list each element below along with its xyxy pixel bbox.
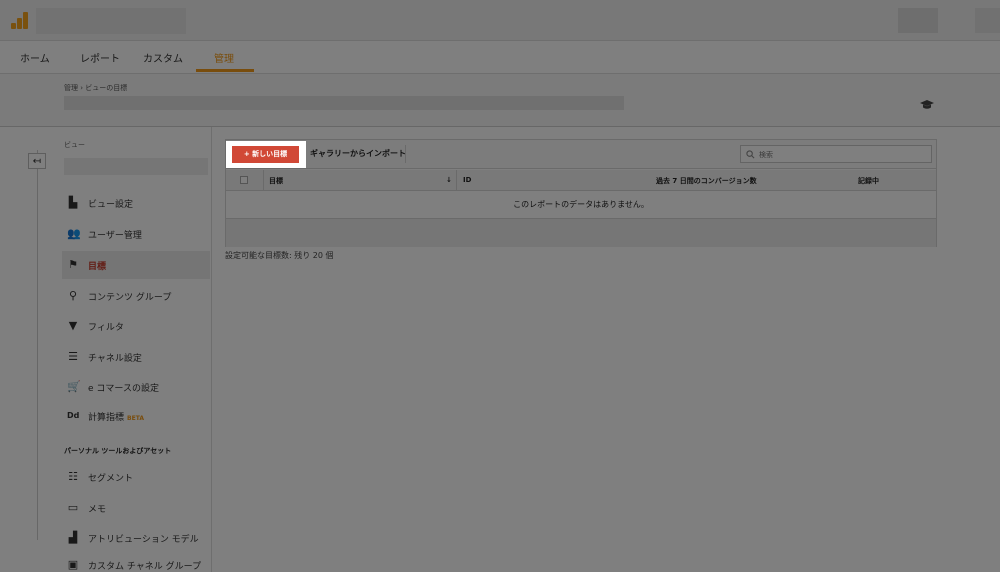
sidebar-item-label: 目標 xyxy=(88,262,107,272)
user-menu-blurred[interactable] xyxy=(975,8,1000,33)
column-goal[interactable]: 目標 xyxy=(269,176,283,186)
search-field[interactable] xyxy=(740,145,932,163)
sidebar-item-label: アトリビューション モデル xyxy=(88,535,199,545)
sidebar-item-content-grouping[interactable]: ⚲ コンテンツ グループ xyxy=(62,282,210,310)
import-from-gallery-button[interactable]: ギャラリーからインポート xyxy=(310,148,406,159)
property-path-blurred xyxy=(64,96,624,110)
sidebar-item-view-settings[interactable]: ▙ ビュー設定 xyxy=(62,189,210,217)
tab-custom[interactable]: カスタム xyxy=(143,50,183,65)
sidebar-item-label: メモ xyxy=(88,505,107,515)
sidebar-item-channel-settings[interactable]: ☰ チャネル設定 xyxy=(62,343,210,371)
new-goal-button[interactable]: + 新しい目標 xyxy=(232,146,299,163)
remaining-goals-text: 設定可能な目標数: 残り 20 個 xyxy=(225,251,334,260)
sidebar-item-filters[interactable]: ▼ フィルタ xyxy=(62,312,210,340)
sidebar-item-ecommerce-settings[interactable]: 🛒 e コマースの設定 xyxy=(62,373,210,401)
calculated-icon: Dd xyxy=(67,411,80,420)
sidebar-item-label: フィルタ xyxy=(88,323,124,333)
panel-divider xyxy=(211,127,212,572)
sidebar-item-label: e コマースの設定 xyxy=(88,384,159,394)
filter-icon: ▼ xyxy=(68,319,78,332)
sidebar-item-label: ビュー設定 xyxy=(88,200,134,210)
sidebar-item-label: セグメント xyxy=(88,474,134,484)
main-nav: ホーム レポート カスタム 管理 xyxy=(0,41,1000,74)
empty-table-message: このレポートのデータはありません。 xyxy=(513,200,649,209)
sidebar-item-attribution-models[interactable]: ▟ アトリビューション モデル xyxy=(62,524,210,552)
sidebar-item-label: 計算指標 BETA xyxy=(88,410,144,423)
sort-arrow-icon[interactable]: ↓ xyxy=(446,176,452,184)
segment-icon: ☷ xyxy=(68,470,78,483)
account-name-blurred xyxy=(36,8,186,34)
back-button[interactable]: ↤ xyxy=(28,153,46,169)
column-id[interactable]: ID xyxy=(463,176,471,184)
graduation-cap-icon[interactable] xyxy=(920,100,934,110)
document-icon: ▙ xyxy=(68,196,78,209)
attribution-icon: ▟ xyxy=(68,531,78,544)
column-recording[interactable]: 記録中 xyxy=(858,176,879,186)
panel-connector-line xyxy=(37,150,38,540)
table-header: 目標 ↓ ID 過去 7 日間のコンバージョン数 記録中 xyxy=(226,170,936,191)
view-label: ビュー xyxy=(64,141,85,149)
toolbar-divider xyxy=(405,145,406,163)
channel-icon: ☰ xyxy=(68,350,78,363)
sidebar-item-label: カスタム チャネル グループ xyxy=(88,562,202,572)
beta-badge: BETA xyxy=(127,415,144,422)
sidebar-item-label: ユーザー管理 xyxy=(88,231,142,241)
cart-icon: 🛒 xyxy=(67,380,81,393)
custom-channel-icon: ▣ xyxy=(67,558,79,571)
sidebar-item-calculated-metrics[interactable]: Dd 計算指標 BETA xyxy=(62,402,210,430)
select-all-checkbox[interactable] xyxy=(240,176,248,184)
sidebar-item-label: コンテンツ グループ xyxy=(88,293,172,303)
section-title-personal-tools: パーソナル ツールおよびアセット xyxy=(64,447,172,455)
memo-icon: ▭ xyxy=(67,501,79,514)
back-arrow-icon: ↤ xyxy=(32,156,42,167)
view-selector-blurred[interactable] xyxy=(64,158,208,175)
sidebar-item-custom-channel-grouping[interactable]: ▣ カスタム チャネル グループ xyxy=(62,551,210,579)
user-avatar-blurred[interactable] xyxy=(898,8,938,33)
sidebar-item-user-management[interactable]: 👥 ユーザー管理 xyxy=(62,220,210,248)
users-icon: 👥 xyxy=(67,227,81,240)
tab-home[interactable]: ホーム xyxy=(20,50,50,65)
column-conversions[interactable]: 過去 7 日間のコンバージョン数 xyxy=(656,176,757,186)
content-group-icon: ⚲ xyxy=(68,289,78,302)
active-tab-indicator xyxy=(196,69,254,72)
search-input[interactable] xyxy=(757,147,931,163)
tab-admin[interactable]: 管理 xyxy=(214,50,234,65)
sidebar-item-annotations[interactable]: ▭ メモ xyxy=(62,494,210,522)
sidebar-item-text: 計算指標 xyxy=(88,413,125,423)
breadcrumb[interactable]: 管理 › ビューの目標 xyxy=(64,83,127,93)
tab-reports[interactable]: レポート xyxy=(80,50,120,65)
sidebar-item-label: チャネル設定 xyxy=(88,354,142,364)
flag-icon: ⚑ xyxy=(68,258,78,271)
sidebar-item-segments[interactable]: ☷ セグメント xyxy=(62,463,210,491)
search-icon xyxy=(746,150,755,159)
sidebar-item-goals[interactable]: ⚑ 目標 xyxy=(62,251,210,279)
analytics-logo-icon[interactable] xyxy=(11,12,29,29)
table-footer xyxy=(226,218,936,247)
